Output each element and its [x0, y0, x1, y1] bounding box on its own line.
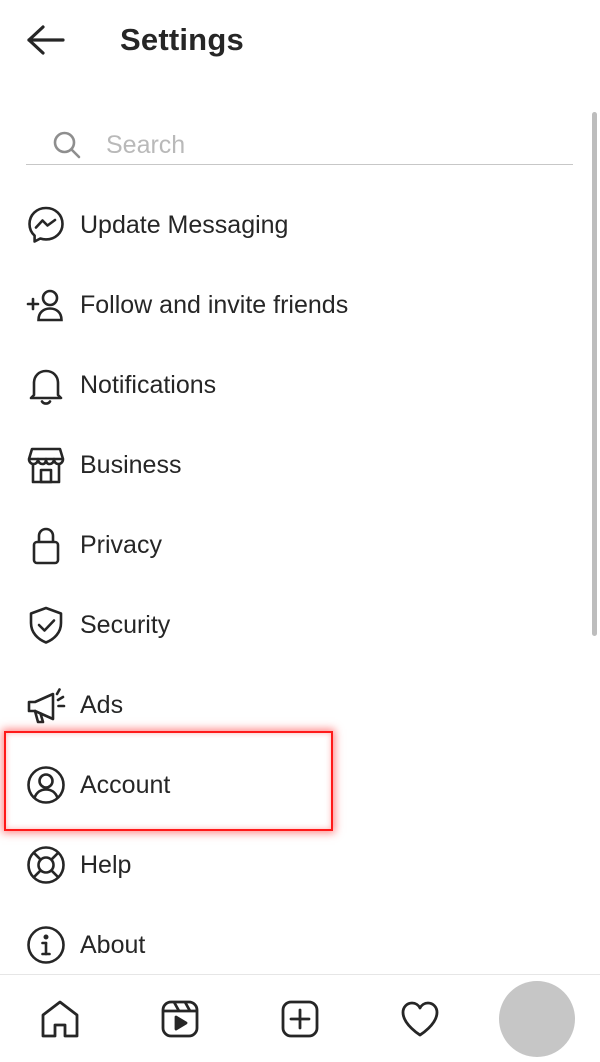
menu-item-update-messaging[interactable]: Update Messaging [0, 185, 590, 265]
arrow-left-icon [26, 24, 66, 61]
menu-item-label: Security [80, 610, 171, 639]
menu-item-label: Account [80, 770, 171, 799]
menu-item-ads[interactable]: Ads [0, 665, 590, 745]
menu-item-label: About [80, 930, 146, 959]
menu-item-account[interactable]: Account [0, 745, 590, 825]
menu-item-label: Update Messaging [80, 210, 289, 239]
activity-button[interactable] [398, 999, 442, 1043]
profile-avatar[interactable] [499, 981, 575, 1057]
menu-item-notifications[interactable]: Notifications [0, 345, 590, 425]
user-circle-icon [25, 764, 67, 806]
shield-check-icon [25, 604, 67, 646]
heart-icon [399, 998, 441, 1045]
header-bar: Settings [0, 0, 600, 88]
menu-item-help[interactable]: Help [0, 825, 590, 905]
lock-icon [25, 524, 67, 566]
menu-item-label: Help [80, 850, 132, 879]
home-icon [39, 998, 81, 1045]
home-button[interactable] [38, 999, 82, 1043]
menu-item-business[interactable]: Business [0, 425, 590, 505]
menu-item-privacy[interactable]: Privacy [0, 505, 590, 585]
settings-menu: Update Messaging Follow and invite frien… [0, 185, 590, 985]
search-icon [52, 130, 82, 160]
menu-item-label: Follow and invite friends [80, 290, 349, 319]
scrollbar[interactable] [592, 112, 597, 636]
page-title: Settings [120, 22, 244, 57]
menu-item-label: Ads [80, 690, 124, 719]
menu-item-label: Business [80, 450, 182, 479]
info-icon [25, 924, 67, 966]
reels-icon [159, 998, 201, 1045]
bottom-nav [0, 974, 600, 1062]
menu-item-about[interactable]: About [0, 905, 590, 985]
menu-item-security[interactable]: Security [0, 585, 590, 665]
storefront-icon [25, 444, 67, 486]
create-icon [279, 998, 321, 1045]
create-button[interactable] [278, 999, 322, 1043]
back-button[interactable] [22, 20, 70, 64]
messenger-icon [25, 204, 67, 246]
add-person-icon [25, 284, 67, 326]
menu-item-label: Notifications [80, 370, 217, 399]
search-bar[interactable] [26, 126, 573, 165]
bell-icon [25, 364, 67, 406]
reels-button[interactable] [158, 999, 202, 1043]
menu-item-follow-invite[interactable]: Follow and invite friends [0, 265, 590, 345]
search-input[interactable] [106, 130, 526, 160]
menu-item-label: Privacy [80, 530, 162, 559]
megaphone-icon [25, 684, 67, 726]
lifebuoy-icon [25, 844, 67, 886]
